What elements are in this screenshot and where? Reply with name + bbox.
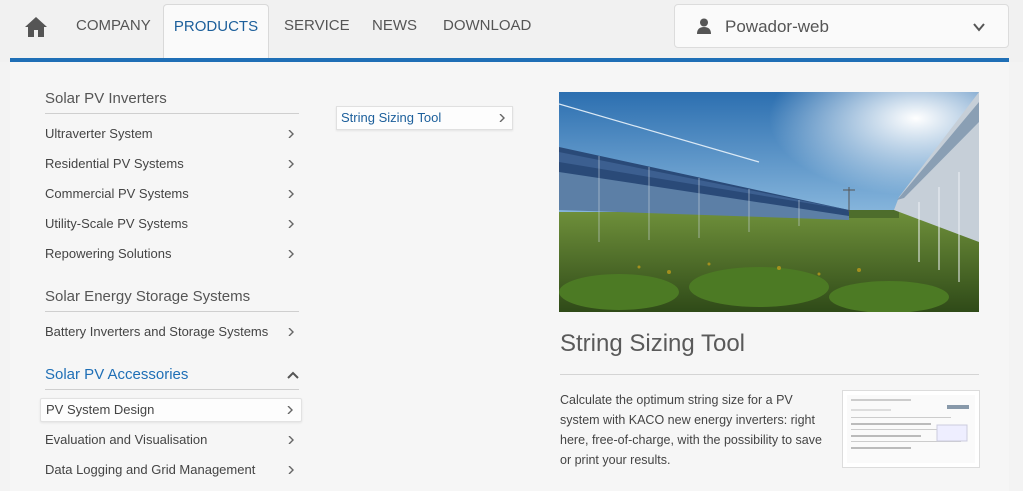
- subnav-string-sizing-tool[interactable]: String Sizing Tool: [336, 106, 513, 130]
- sidebar-item-utility-scale[interactable]: Utility-Scale PV Systems: [45, 214, 299, 234]
- chevron-right-icon: [288, 130, 294, 138]
- sidebar-item-label: Repowering Solutions: [45, 246, 172, 261]
- chevron-right-icon: [287, 406, 293, 414]
- chevron-down-icon: [973, 23, 985, 32]
- chevron-right-icon: [288, 436, 294, 444]
- nav-service[interactable]: SERVICE: [284, 0, 350, 52]
- sidebar-item-pv-system-design[interactable]: PV System Design: [40, 398, 302, 422]
- page-title: String Sizing Tool: [560, 330, 745, 357]
- sidebar-item-residential[interactable]: Residential PV Systems: [45, 154, 299, 174]
- nav-download[interactable]: DOWNLOAD: [443, 0, 531, 52]
- sidebar-item-label: Utility-Scale PV Systems: [45, 216, 189, 231]
- user-label: Powador-web: [725, 17, 829, 36]
- sidebar-item-label: Data Logging and Grid Management: [45, 462, 256, 477]
- user-dropdown[interactable]: Powador-web: [674, 4, 1009, 48]
- sidebar-item-commercial[interactable]: Commercial PV Systems: [45, 184, 299, 204]
- sidebar-item-ultraverter[interactable]: Ultraverter System: [45, 124, 299, 144]
- nav-company[interactable]: COMPANY: [76, 0, 151, 52]
- chevron-right-icon: [288, 466, 294, 474]
- sidebar-item-label: Commercial PV Systems: [45, 186, 189, 201]
- sidebar-item-data-logging[interactable]: Data Logging and Grid Management: [45, 460, 299, 480]
- sidebar-item-evaluation[interactable]: Evaluation and Visualisation: [45, 430, 299, 450]
- chevron-right-icon: [288, 160, 294, 168]
- chevron-right-icon: [499, 114, 505, 122]
- tool-screenshot-image: [847, 395, 975, 463]
- sidebar-item-label: PV System Design: [46, 402, 155, 417]
- sidebar-item-label: Evaluation and Visualisation: [45, 432, 208, 447]
- nav-news[interactable]: NEWS: [372, 0, 417, 52]
- tool-screenshot-thumbnail[interactable]: [842, 390, 980, 468]
- category-label: Solar PV Accessories: [45, 366, 189, 383]
- category-solar-energy-storage[interactable]: Solar Energy Storage Systems: [45, 288, 299, 312]
- sidebar-item-label: Ultraverter System: [45, 126, 153, 141]
- solar-field-image: [559, 92, 979, 312]
- sidebar-item-label: Battery Inverters and Storage Systems: [45, 324, 269, 339]
- subnav-label: String Sizing Tool: [341, 110, 442, 125]
- chevron-right-icon: [288, 220, 294, 228]
- nav-products[interactable]: PRODUCTS: [163, 4, 269, 60]
- sidebar-item-battery-inverters[interactable]: Battery Inverters and Storage Systems: [45, 322, 299, 342]
- category-solar-pv-inverters[interactable]: Solar PV Inverters: [45, 90, 299, 114]
- chevron-up-icon: [287, 371, 299, 379]
- sidebar-item-repowering[interactable]: Repowering Solutions: [45, 244, 299, 264]
- title-divider: [560, 374, 979, 375]
- chevron-right-icon: [288, 190, 294, 198]
- tool-description: Calculate the optimum string size for a …: [560, 393, 822, 467]
- chevron-right-icon: [288, 328, 294, 336]
- sidebar-item-label: Residential PV Systems: [45, 156, 184, 171]
- category-solar-pv-accessories[interactable]: Solar PV Accessories: [45, 366, 299, 390]
- top-navigation: COMPANY PRODUCTS SERVICE NEWS DOWNLOAD P…: [0, 0, 1023, 62]
- home-icon[interactable]: [24, 16, 48, 38]
- user-icon: [697, 18, 711, 34]
- chevron-right-icon: [288, 250, 294, 258]
